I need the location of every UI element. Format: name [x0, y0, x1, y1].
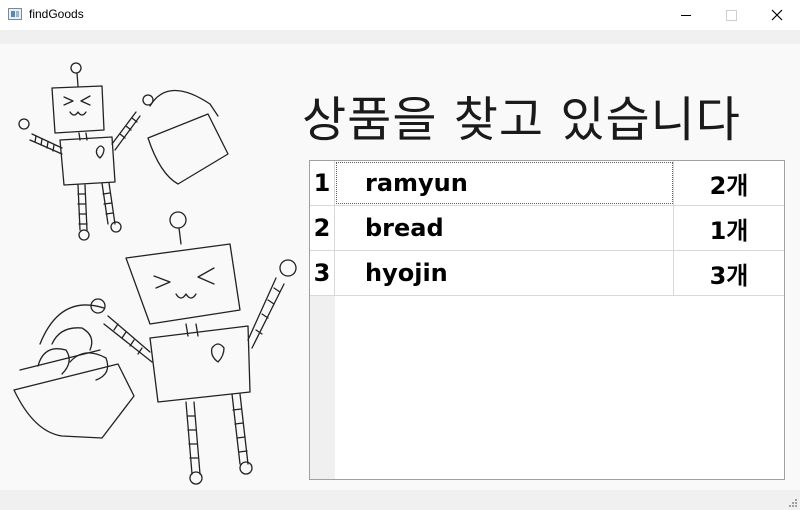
item-name-cell[interactable]: hyojin — [335, 251, 674, 295]
robots-illustration — [13, 62, 297, 485]
row-number[interactable]: 2 — [310, 206, 335, 250]
row-number[interactable]: 3 — [310, 251, 335, 295]
table-row[interactable]: 3 hyojin 3개 — [310, 251, 784, 296]
item-quantity-cell[interactable]: 1개 — [674, 206, 784, 250]
item-name-cell[interactable]: bread — [335, 206, 674, 250]
app-window-icon — [8, 8, 22, 20]
row-number[interactable]: 1 — [310, 161, 335, 205]
status-bar — [0, 490, 800, 510]
basket-top — [147, 89, 229, 185]
minimize-button[interactable] — [663, 0, 709, 30]
item-quantity-cell[interactable]: 3개 — [674, 251, 784, 295]
window-titlebar[interactable]: findGoods — [0, 0, 800, 30]
item-name-cell[interactable]: ramyun — [335, 161, 674, 205]
window-title: findGoods — [29, 7, 84, 21]
goods-table[interactable]: 1 ramyun 2개 2 bread 1개 3 hyojin 3개 — [309, 160, 785, 480]
basket-bread — [13, 304, 135, 439]
item-quantity-cell[interactable]: 2개 — [674, 161, 784, 205]
minimize-icon — [681, 14, 691, 16]
page-title: 상품을 찾고 있습니다 — [302, 92, 741, 148]
resize-grip-icon[interactable] — [787, 497, 797, 507]
robot-small — [18, 62, 154, 241]
top-margin — [0, 30, 800, 44]
table-row[interactable]: 2 bread 1개 — [310, 206, 784, 251]
close-icon — [771, 9, 783, 21]
maximize-button[interactable] — [708, 0, 754, 30]
close-button[interactable] — [754, 0, 800, 30]
table-row[interactable]: 1 ramyun 2개 — [310, 161, 784, 206]
robot-large — [90, 211, 297, 485]
maximize-icon — [725, 9, 737, 21]
